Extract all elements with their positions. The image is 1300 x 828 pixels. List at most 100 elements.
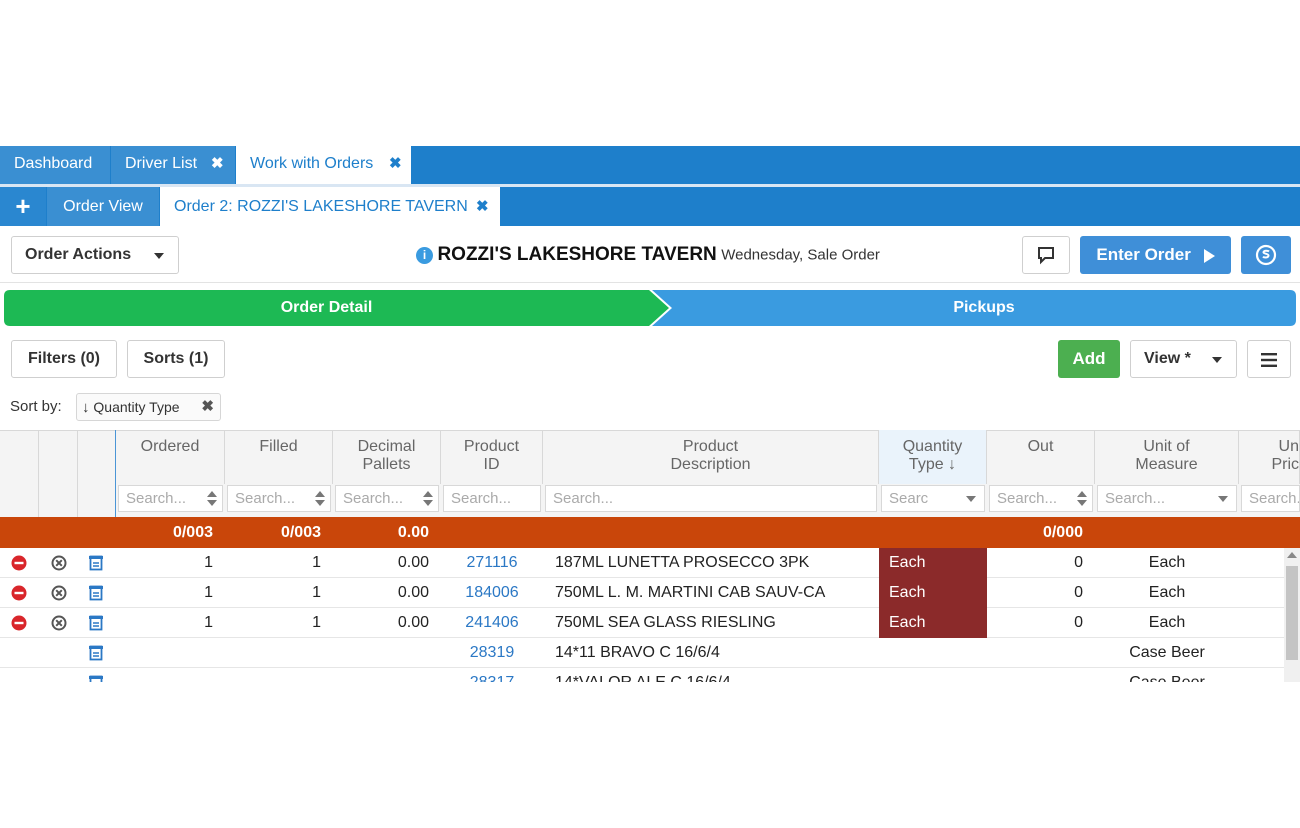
hamburger-icon (1261, 353, 1277, 367)
column-header-unit-of-measure[interactable]: Unit of Measure (1095, 430, 1239, 484)
search-quantity-type[interactable]: Searc (881, 485, 985, 512)
table-row[interactable]: 1 1 0.00 241406 750ML SEA GLASS RIESLING Each… (0, 608, 1285, 638)
search-ordered[interactable]: Search... (118, 485, 223, 512)
search-placeholder: Search... (451, 490, 512, 507)
column-header-filled[interactable]: Filled (225, 430, 333, 484)
column-header-product-id[interactable]: Product ID (441, 430, 543, 484)
product-id-link[interactable]: 28317 (441, 668, 543, 682)
search-product-id[interactable]: Search... (443, 485, 541, 512)
cell-ordered: 1 (204, 584, 213, 601)
spinner-icon[interactable] (423, 491, 433, 507)
column-header-unit-price[interactable]: Un Pric (1239, 430, 1300, 484)
spinner-icon[interactable] (207, 491, 217, 507)
close-icon[interactable]: ✖ (201, 394, 214, 420)
cell-quantity-type: Each (879, 578, 987, 608)
enter-order-button[interactable]: Enter Order (1080, 236, 1231, 274)
cell-quantity-type: Each (879, 548, 987, 578)
table-row[interactable]: 28319 14*11 BRAVO C 16/6/4 Case Beer (0, 638, 1285, 668)
close-icon[interactable]: ✖ (476, 187, 489, 226)
remove-icon[interactable] (11, 585, 27, 601)
cell-filled: 1 (312, 554, 321, 571)
search-unit-of-measure[interactable]: Search... (1097, 485, 1237, 512)
table-row[interactable]: 28317 14*VALOR ALE C 16/6/4 Case Beer (0, 668, 1285, 682)
order-subtitle: Wednesday, Sale Order (721, 246, 880, 264)
search-decimal-pallets[interactable]: Search... (335, 485, 439, 512)
column-header-quantity-type[interactable]: Quantity Type ↓ (879, 430, 987, 484)
sort-chip[interactable]: ↓ Quantity Type ✖ (76, 393, 221, 421)
details-icon[interactable] (88, 555, 104, 571)
tab-order-2[interactable]: Order 2: ROZZI'S LAKESHORE TAVERN ✖ (160, 187, 500, 226)
menu-button[interactable] (1247, 340, 1291, 378)
filters-button[interactable]: Filters (0) (11, 340, 117, 378)
product-id-link[interactable]: 271116 (441, 548, 543, 578)
cancel-icon[interactable] (51, 555, 67, 571)
close-icon[interactable]: ✖ (389, 146, 402, 182)
search-filled[interactable]: Search... (227, 485, 331, 512)
sorts-button[interactable]: Sorts (1) (127, 340, 225, 378)
scrollbar-thumb[interactable] (1286, 566, 1298, 660)
column-label: Ordered (140, 438, 200, 455)
search-placeholder: Search... (343, 490, 404, 507)
order-title: i ROZZI'S LAKESHORE TAVERN Wednesday, Sa… (416, 244, 880, 266)
currency-button[interactable] (1241, 236, 1291, 274)
column-header-ordered[interactable]: Ordered (116, 430, 225, 484)
details-icon[interactable] (88, 675, 104, 682)
table-row[interactable]: 1 1 0.00 184006 750ML L. M. MARTINI CAB SAUV… (0, 578, 1285, 608)
cell-unit-of-measure: Each (1148, 554, 1186, 571)
enter-order-label: Enter Order (1096, 245, 1191, 264)
search-out[interactable]: Search... (989, 485, 1093, 512)
product-id-link[interactable]: 241406 (441, 608, 543, 638)
add-label: Add (1072, 349, 1106, 368)
cancel-icon[interactable] (51, 615, 67, 631)
scroll-up-icon[interactable] (1287, 552, 1297, 558)
details-icon[interactable] (88, 615, 104, 631)
add-tab-button[interactable]: + (0, 187, 46, 226)
remove-icon[interactable] (11, 555, 27, 571)
cell-filled (225, 668, 321, 682)
cell-ordered: 1 (204, 554, 213, 571)
search-placeholder: Search... (1105, 490, 1166, 507)
tab-work-with-orders[interactable]: Work with Orders ✖ (236, 146, 411, 184)
table-row[interactable]: 1 1 0.00 271116 187ML LUNETTA PROSECCO 3PK Ea… (0, 548, 1285, 578)
info-icon[interactable]: i (416, 246, 433, 264)
column-label: Quantity Type ↓ (902, 438, 963, 473)
comment-icon (1038, 247, 1054, 265)
tab-order-view[interactable]: Order View (47, 187, 159, 226)
column-label: Decimal Pallets (357, 438, 416, 473)
spinner-icon[interactable] (1077, 491, 1087, 507)
remove-icon[interactable] (11, 615, 27, 631)
comment-button[interactable] (1022, 236, 1070, 274)
tab-label: Driver List (125, 155, 198, 172)
summary-ordered: 0/003 (172, 524, 213, 541)
column-label: Un Pric (1271, 438, 1299, 473)
column-header-product-description[interactable]: Product Description (543, 430, 879, 484)
cell-description: 750ML SEA GLASS RIESLING (555, 614, 776, 631)
cell-ordered (116, 668, 213, 682)
close-icon[interactable]: ✖ (211, 146, 224, 182)
details-icon[interactable] (88, 585, 104, 601)
wizard-step-order-detail-label: Order Detail (280, 299, 373, 316)
order-actions-dropdown[interactable]: Order Actions (11, 236, 179, 274)
tab-label: Dashboard (14, 155, 93, 172)
cell-quantity-type: Each (879, 608, 987, 638)
order-actions-label: Order Actions (25, 246, 132, 263)
column-header-decimal-pallets[interactable]: Decimal Pallets (333, 430, 441, 484)
tab-label: Order View (63, 198, 143, 215)
cancel-icon[interactable] (51, 585, 67, 601)
product-id-link[interactable]: 184006 (441, 578, 543, 608)
chevron-down-icon[interactable] (1218, 496, 1228, 502)
view-dropdown[interactable]: View * (1130, 340, 1237, 378)
column-header-out[interactable]: Out (987, 430, 1095, 484)
spinner-icon[interactable] (315, 491, 325, 507)
tab-driver-list[interactable]: Driver List ✖ (111, 146, 235, 184)
search-unit-price[interactable]: Search... (1241, 485, 1300, 512)
search-product-description[interactable]: Search... (545, 485, 877, 512)
cell-description: 187ML LUNETTA PROSECCO 3PK (555, 554, 810, 571)
details-icon[interactable] (88, 645, 104, 661)
search-placeholder: Search... (235, 490, 296, 507)
add-button[interactable]: Add (1058, 340, 1120, 378)
chevron-down-icon[interactable] (966, 496, 976, 502)
product-id-link[interactable]: 28319 (441, 638, 543, 668)
tab-dashboard[interactable]: Dashboard (0, 146, 110, 184)
search-placeholder: Search... (126, 490, 187, 507)
